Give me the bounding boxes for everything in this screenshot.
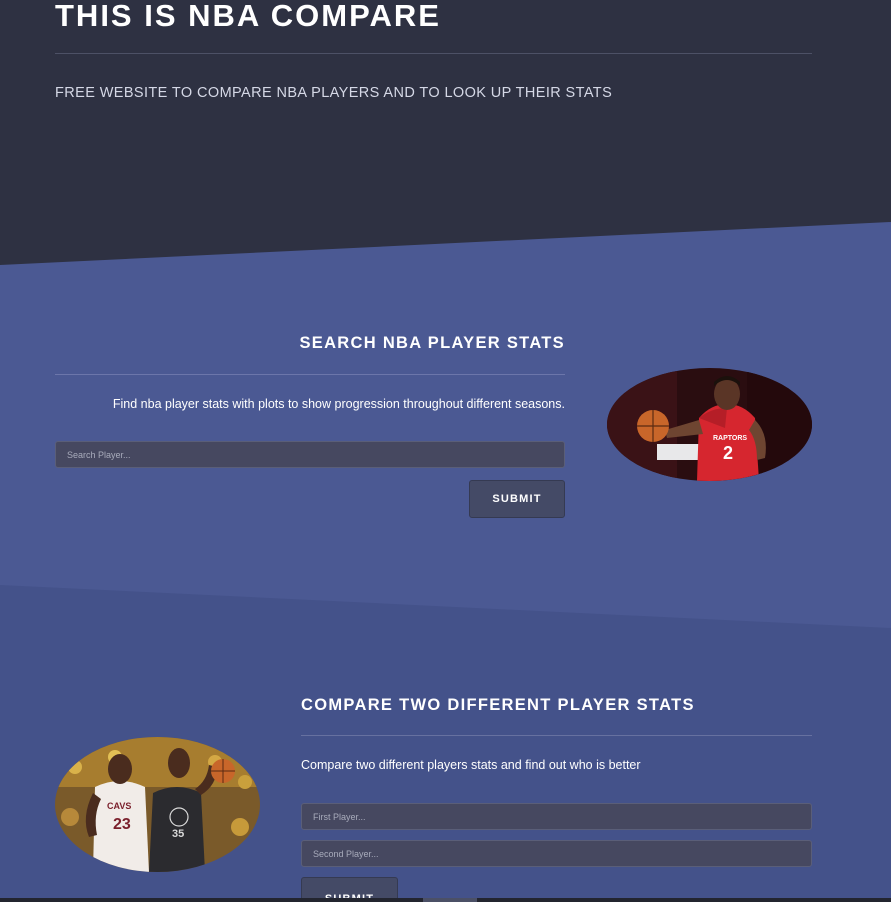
player-photo-raptors: RAPTORS 2 bbox=[607, 368, 812, 481]
search-divider bbox=[55, 374, 565, 375]
compare-description: Compare two different players stats and … bbox=[301, 758, 641, 772]
page-subtitle: FREE WEBSITE TO COMPARE NBA PLAYERS AND … bbox=[55, 85, 613, 101]
search-submit-button[interactable]: SUBMIT bbox=[469, 480, 565, 518]
header-divider bbox=[55, 53, 812, 54]
jersey-team-text: RAPTORS bbox=[713, 435, 747, 442]
first-player-input[interactable] bbox=[301, 803, 812, 830]
bottom-scrollbar-thumb[interactable] bbox=[423, 898, 477, 902]
search-heading: SEARCH NBA PLAYER STATS bbox=[299, 334, 565, 352]
second-player-input[interactable] bbox=[301, 840, 812, 867]
player-photo-cavs-warriors: CAVS 23 35 bbox=[55, 737, 260, 872]
page-title: THIS IS NBA COMPARE bbox=[55, 0, 441, 33]
search-player-input[interactable] bbox=[55, 441, 565, 468]
page: THIS IS NBA COMPARE FREE WEBSITE TO COMP… bbox=[0, 0, 891, 902]
left-jersey-number-text: 23 bbox=[113, 816, 131, 833]
search-description: Find nba player stats with plots to show… bbox=[112, 397, 565, 411]
compare-heading: COMPARE TWO DIFFERENT PLAYER STATS bbox=[301, 696, 695, 714]
right-jersey-number-text: 35 bbox=[172, 828, 184, 840]
left-jersey-team-text: CAVS bbox=[107, 801, 131, 811]
jersey-number-text: 2 bbox=[723, 443, 733, 463]
compare-divider bbox=[301, 735, 812, 736]
